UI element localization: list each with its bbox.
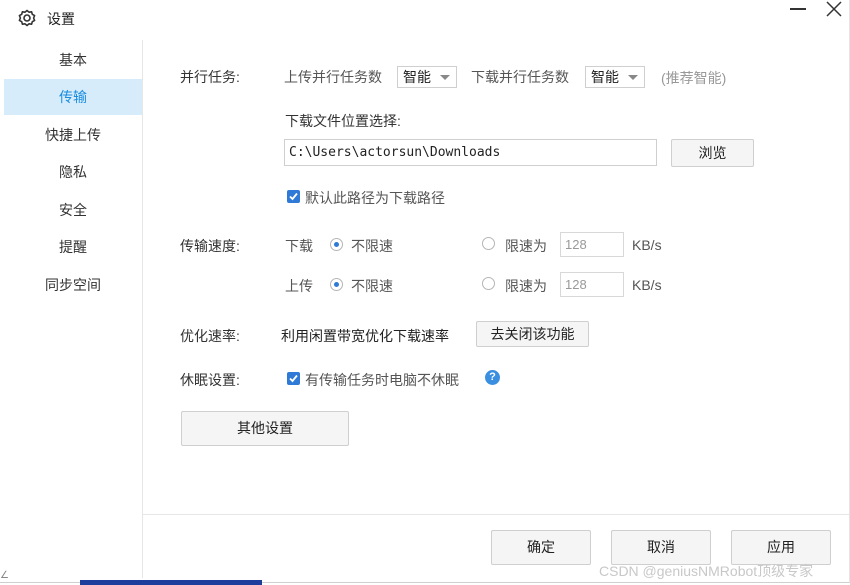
minimize-icon[interactable] xyxy=(786,0,810,20)
upload-parallel-select[interactable]: 智能 xyxy=(397,66,457,88)
recommend-hint: (推荐智能) xyxy=(661,70,727,86)
settings-window: 设置 基本 传输 快捷上传 隐私 安全 提醒 同步空间 并行任务: 上传并行任务… xyxy=(0,0,850,583)
download-unit-label: KB/s xyxy=(632,237,662,253)
footer-divider xyxy=(143,514,849,515)
upload-unit-label: KB/s xyxy=(632,277,662,293)
cancel-button[interactable]: 取消 xyxy=(611,530,711,565)
upload-parallel-label: 上传并行任务数 xyxy=(284,69,382,85)
download-limit-label: 限速为 xyxy=(505,238,547,254)
download-unlimited-label: 不限速 xyxy=(351,238,393,254)
sidebar-item-quick-upload[interactable]: 快捷上传 xyxy=(4,117,142,153)
sleep-settings-label: 休眠设置: xyxy=(180,372,240,388)
download-location-label: 下载文件位置选择: xyxy=(285,113,401,129)
chevron-down-icon xyxy=(440,75,450,80)
ok-button[interactable]: 确定 xyxy=(491,530,591,565)
sidebar-item-privacy[interactable]: 隐私 xyxy=(4,154,142,190)
parallel-tasks-label: 并行任务: xyxy=(180,69,240,85)
edge-fragment: ∠ xyxy=(0,570,9,581)
upload-speed-label: 上传 xyxy=(285,278,313,294)
sidebar-item-transfer[interactable]: 传输 xyxy=(4,79,142,115)
chevron-down-icon xyxy=(628,75,638,80)
upload-limit-label: 限速为 xyxy=(505,278,547,294)
title-bar[interactable]: 设置 xyxy=(0,0,849,36)
prevent-sleep-label: 有传输任务时电脑不休眠 xyxy=(305,372,459,388)
gear-icon xyxy=(17,8,37,28)
other-settings-button[interactable]: 其他设置 xyxy=(181,411,349,446)
sidebar-item-security[interactable]: 安全 xyxy=(4,192,142,228)
close-icon[interactable] xyxy=(822,0,846,20)
apply-button[interactable]: 应用 xyxy=(731,530,831,565)
upload-limit-radio[interactable] xyxy=(482,277,495,290)
upload-unlimited-radio[interactable] xyxy=(330,278,343,291)
download-limit-radio[interactable] xyxy=(482,237,495,250)
settings-sidebar: 基本 传输 快捷上传 隐私 安全 提醒 同步空间 xyxy=(4,40,143,578)
prevent-sleep-checkbox[interactable] xyxy=(287,372,300,385)
download-parallel-value: 智能 xyxy=(591,69,619,85)
window-title: 设置 xyxy=(47,11,75,27)
sidebar-item-reminder[interactable]: 提醒 xyxy=(4,229,142,265)
help-icon[interactable]: ? xyxy=(485,370,500,385)
download-unlimited-radio[interactable] xyxy=(330,238,343,251)
download-parallel-label: 下载并行任务数 xyxy=(471,69,569,85)
transfer-speed-label: 传输速度: xyxy=(180,238,240,254)
upload-unlimited-label: 不限速 xyxy=(351,278,393,294)
download-path-input[interactable]: C:\Users\actorsun\Downloads xyxy=(284,139,657,166)
sidebar-item-basic[interactable]: 基本 xyxy=(4,42,142,78)
download-limit-input[interactable]: 128 xyxy=(560,232,624,257)
disable-optimize-button[interactable]: 去关闭该功能 xyxy=(476,321,589,347)
optimize-description: 利用闲置带宽优化下载速率 xyxy=(281,328,449,344)
download-speed-label: 下载 xyxy=(285,238,313,254)
sidebar-item-sync-space[interactable]: 同步空间 xyxy=(4,267,142,303)
upload-parallel-value: 智能 xyxy=(403,69,431,85)
download-parallel-select[interactable]: 智能 xyxy=(585,66,645,88)
csdn-watermark: CSDN @geniusNMRobot顶级专家 xyxy=(599,563,814,579)
default-path-label: 默认此路径为下载路径 xyxy=(305,190,445,206)
default-path-checkbox[interactable] xyxy=(287,190,300,203)
upload-limit-input[interactable]: 128 xyxy=(560,272,624,297)
optimize-rate-label: 优化速率: xyxy=(180,328,240,344)
background-window-strip xyxy=(80,580,262,585)
browse-button[interactable]: 浏览 xyxy=(671,139,754,167)
